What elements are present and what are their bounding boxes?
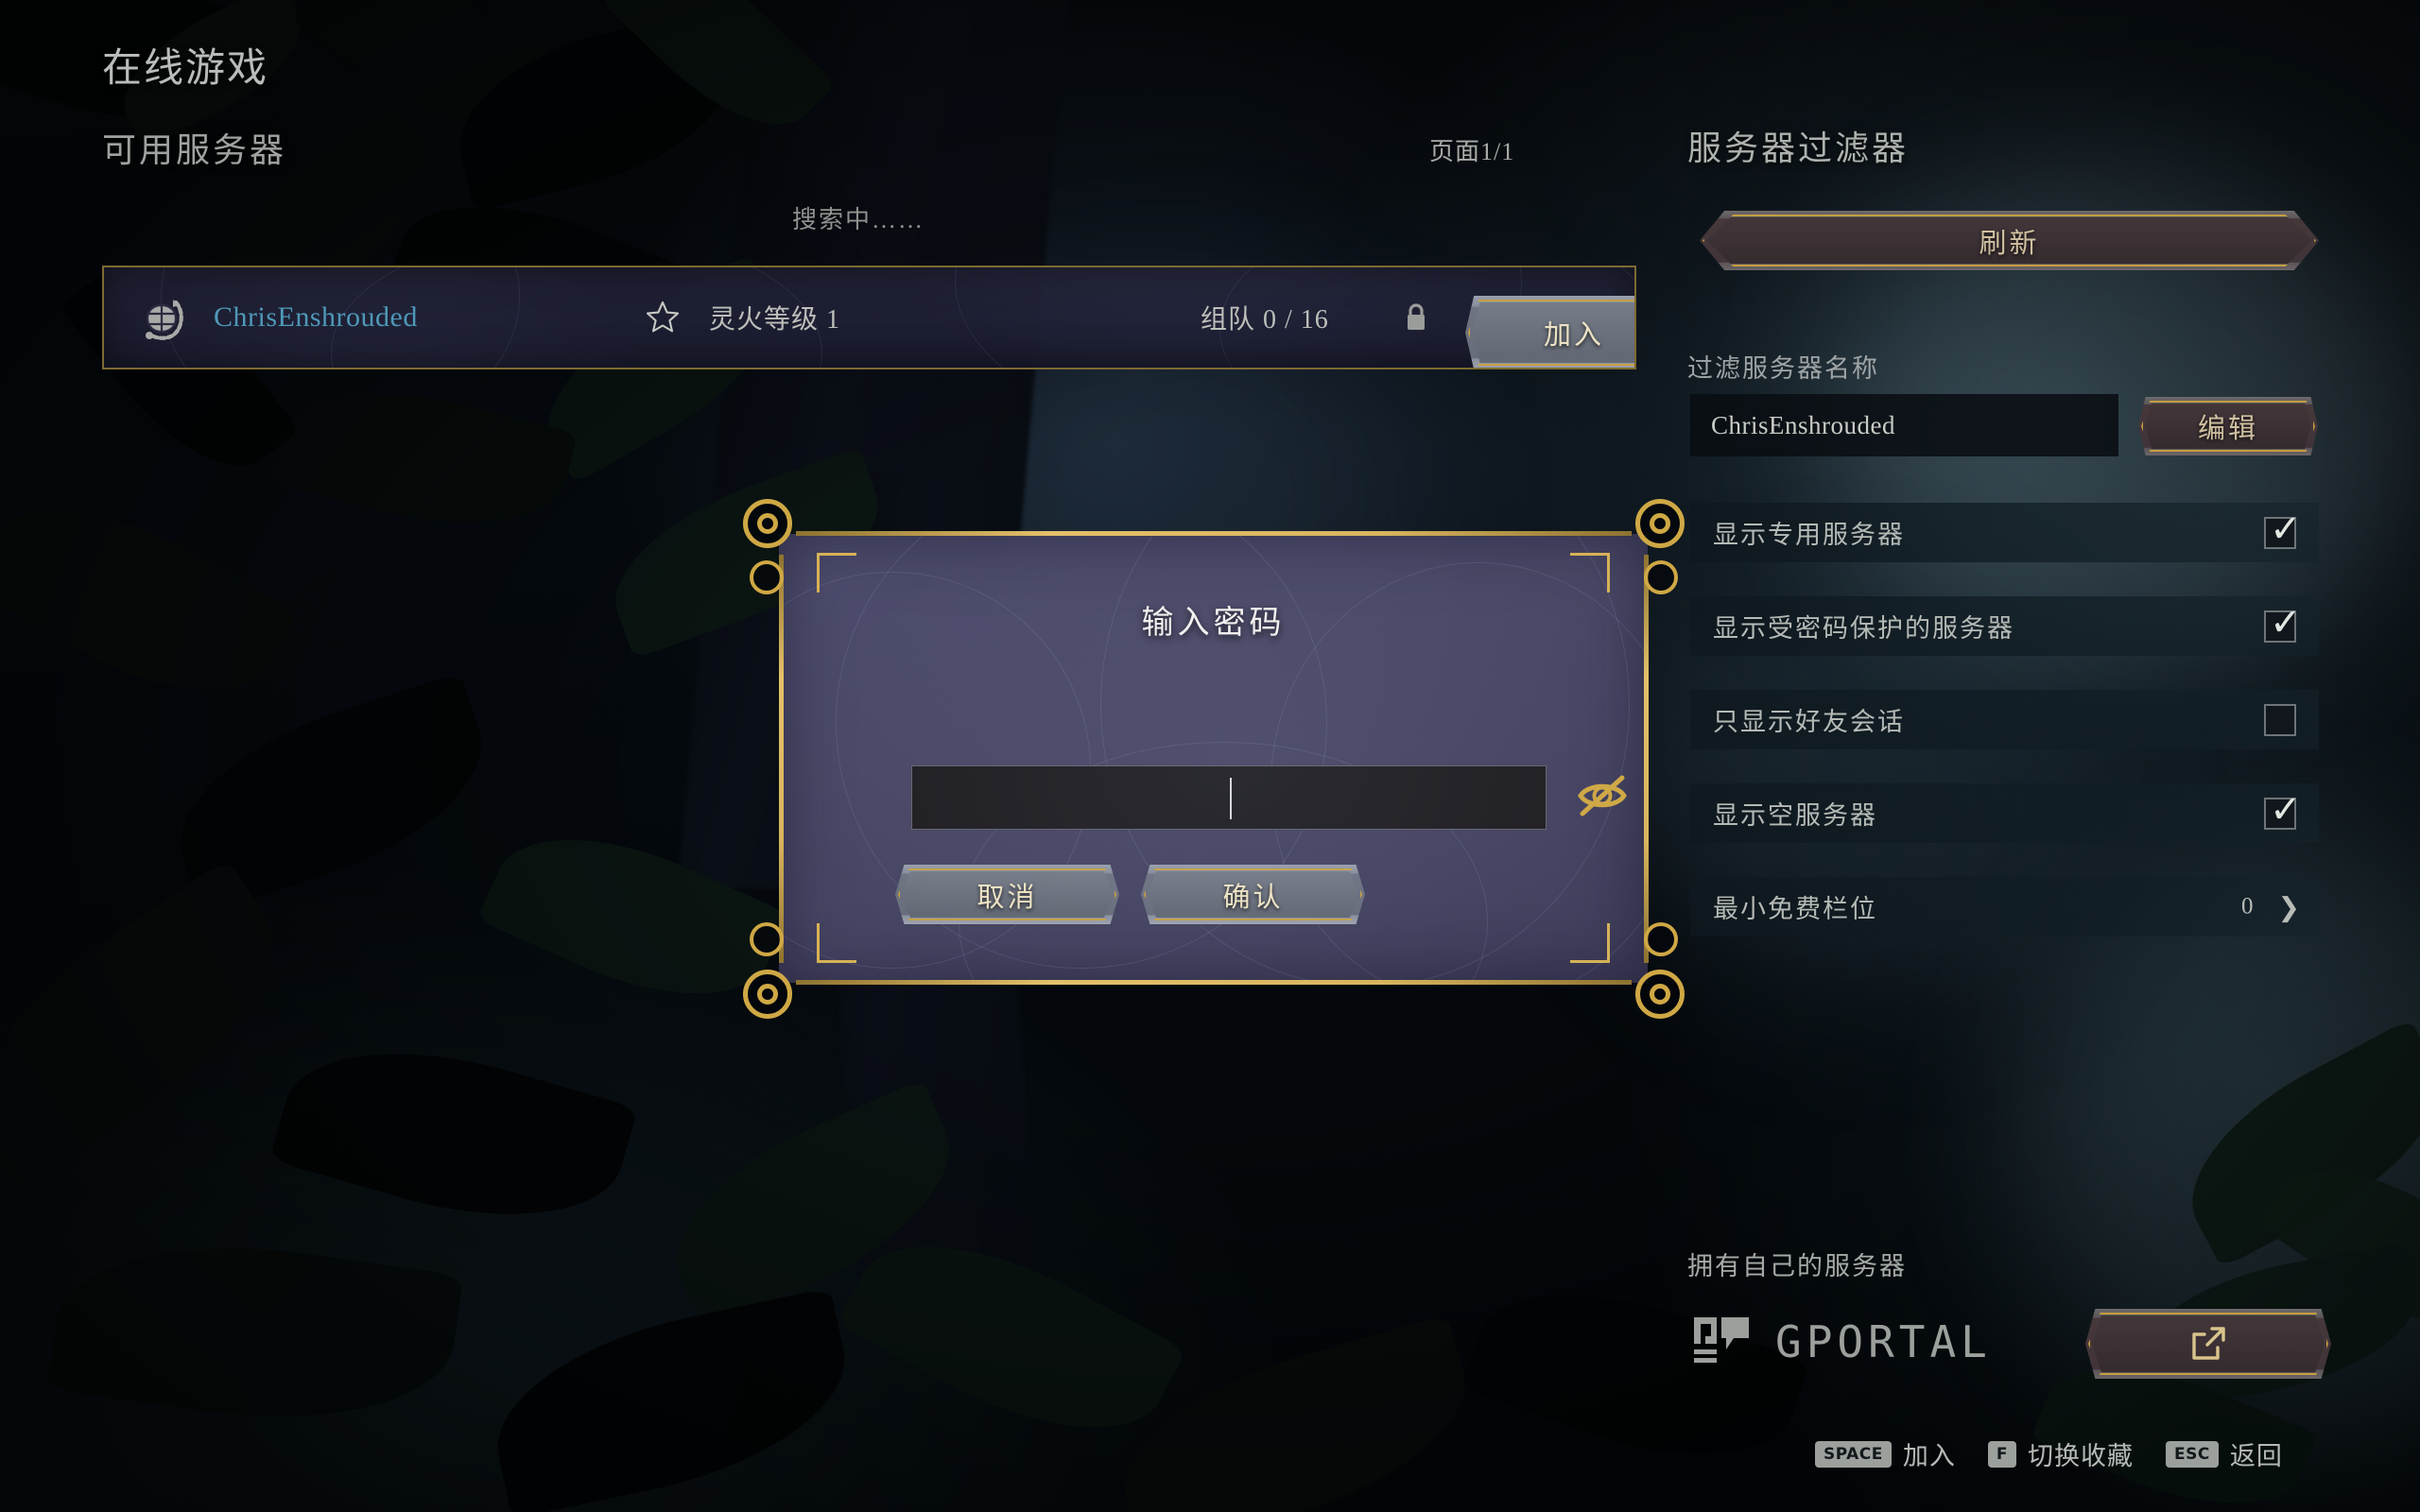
- corner-ring: [743, 970, 792, 1019]
- corner-ring-small: [1644, 560, 1678, 594]
- corner-bracket: [817, 923, 856, 963]
- dialog-frame-bottom: [796, 980, 1632, 985]
- hint-join[interactable]: SPACE 加入: [1815, 1435, 1956, 1472]
- server-team-count: 组队 0 / 16: [1201, 305, 1329, 335]
- corner-bracket: [817, 553, 856, 593]
- bottom-hint-bar: SPACE 加入 F 切换收藏 ESC 返回: [1815, 1435, 2283, 1472]
- filter-row-show-dedicated[interactable]: 显示专用服务器 ✓: [1690, 503, 2319, 562]
- server-list: ChrisEnshrouded 灵火等级 1 组队 0 / 16 加入: [102, 266, 1636, 369]
- globe-icon: [146, 300, 183, 340]
- filter-row-show-password-protected[interactable]: 显示受密码保护的服务器 ✓: [1690, 596, 2319, 656]
- filter-list: 显示专用服务器 ✓ 显示受密码保护的服务器 ✓ 只显示好友会话 显示空服务器 ✓…: [1690, 503, 2319, 971]
- checkbox-show-password-protected[interactable]: ✓: [2264, 604, 2302, 643]
- refresh-button-label: 刷新: [1979, 228, 2040, 259]
- gportal-brand-text: GPORTAL: [1775, 1316, 1992, 1367]
- eye-slash-icon[interactable]: [1575, 770, 1630, 821]
- hint-label-back: 返回: [2229, 1442, 2283, 1470]
- filter-row-show-empty[interactable]: 显示空服务器 ✓: [1690, 783, 2319, 843]
- checkbox-show-empty[interactable]: ✓: [2264, 791, 2302, 830]
- sidebar-title: 服务器过滤器: [1687, 129, 1910, 167]
- filter-label: 显示空服务器: [1713, 801, 1877, 830]
- key-badge-f: F: [1987, 1440, 2017, 1468]
- decor-swirl: [779, 572, 1091, 969]
- dialog-frame-right: [1644, 555, 1649, 963]
- key-badge-esc: ESC: [2166, 1440, 2219, 1468]
- table-row[interactable]: ChrisEnshrouded 灵火等级 1 组队 0 / 16 加入: [104, 267, 1634, 368]
- dialog-body: 输入密码 取消 确认: [779, 534, 1648, 983]
- gportal-lead-text: 拥有自己的服务器: [1687, 1252, 1907, 1280]
- corner-ring-small: [1644, 922, 1678, 956]
- cancel-button[interactable]: 取消: [895, 865, 1119, 924]
- checkbox-show-dedicated[interactable]: ✓: [2264, 510, 2302, 549]
- cancel-button-label: 取消: [977, 882, 1038, 913]
- hint-label-join: 加入: [1902, 1442, 1956, 1470]
- edit-button[interactable]: 编辑: [2138, 397, 2318, 455]
- edit-button-label: 编辑: [2197, 414, 2258, 444]
- decor-swirl: [1100, 534, 1630, 983]
- page-title: 在线游戏: [102, 47, 269, 91]
- filter-name-input[interactable]: ChrisEnshrouded: [1690, 394, 2118, 456]
- corner-bracket: [1570, 923, 1610, 963]
- corner-ring-small: [750, 560, 784, 594]
- confirm-button-label: 确认: [1222, 882, 1284, 913]
- password-dialog: 输入密码 取消 确认: [743, 499, 1685, 1019]
- filter-row-friends-only[interactable]: 只显示好友会话: [1690, 690, 2319, 749]
- decor-swirl: [959, 742, 1488, 983]
- confirm-button[interactable]: 确认: [1141, 865, 1365, 924]
- lock-icon: [1408, 303, 1425, 330]
- corner-ring: [1635, 499, 1685, 548]
- corner-bracket: [1570, 553, 1610, 593]
- decor-swirl: [1270, 562, 1648, 983]
- star-icon[interactable]: [645, 300, 681, 335]
- page-indicator: 页面1/1: [1429, 138, 1515, 165]
- filter-name-label: 过滤服务器名称: [1687, 354, 1879, 383]
- dialog-title: 输入密码: [1141, 606, 1286, 641]
- hint-toggle-favorite[interactable]: F 切换收藏: [1987, 1435, 2135, 1472]
- chevron-right-icon[interactable]: ❯: [2278, 891, 2300, 922]
- filter-label: 最小免费栏位: [1713, 895, 1877, 923]
- filter-label: 显示受密码保护的服务器: [1713, 614, 2014, 643]
- filter-row-min-free-slots[interactable]: 最小免费栏位 0 ❯: [1690, 877, 2319, 936]
- corner-ring: [1635, 970, 1685, 1019]
- min-free-slots-stepper[interactable]: 0 ❯: [2241, 891, 2300, 922]
- hint-back[interactable]: ESC 返回: [2166, 1435, 2283, 1472]
- filter-label: 只显示好友会话: [1713, 708, 1905, 736]
- hint-label-toggle-favorite: 切换收藏: [2028, 1442, 2135, 1470]
- key-badge-space: SPACE: [1815, 1440, 1892, 1468]
- external-link-icon: [2192, 1327, 2225, 1360]
- join-button[interactable]: 加入: [1465, 296, 1634, 368]
- gportal-external-link-button[interactable]: [2085, 1309, 2331, 1379]
- filter-name-value: ChrisEnshrouded: [1711, 410, 1895, 439]
- min-free-slots-value: 0: [2241, 893, 2254, 919]
- server-level: 灵火等级 1: [709, 305, 841, 335]
- refresh-button[interactable]: 刷新: [1700, 211, 2319, 270]
- text-caret: [1230, 778, 1232, 819]
- password-input[interactable]: [911, 765, 1547, 830]
- join-button-label: 加入: [1543, 320, 1604, 351]
- checkbox-friends-only[interactable]: [2264, 703, 2296, 736]
- page-subtitle: 可用服务器: [102, 131, 287, 169]
- corner-ring-small: [750, 922, 784, 956]
- gportal-logo-icon: [1694, 1317, 1749, 1363]
- gportal-logo: GPORTAL: [1692, 1315, 1992, 1368]
- corner-ring: [743, 499, 792, 548]
- dialog-frame-left: [779, 555, 784, 963]
- searching-status: 搜索中……: [792, 206, 925, 233]
- server-name[interactable]: ChrisEnshrouded: [214, 301, 418, 334]
- filter-label: 显示专用服务器: [1713, 521, 1905, 549]
- dialog-frame-top: [796, 531, 1632, 536]
